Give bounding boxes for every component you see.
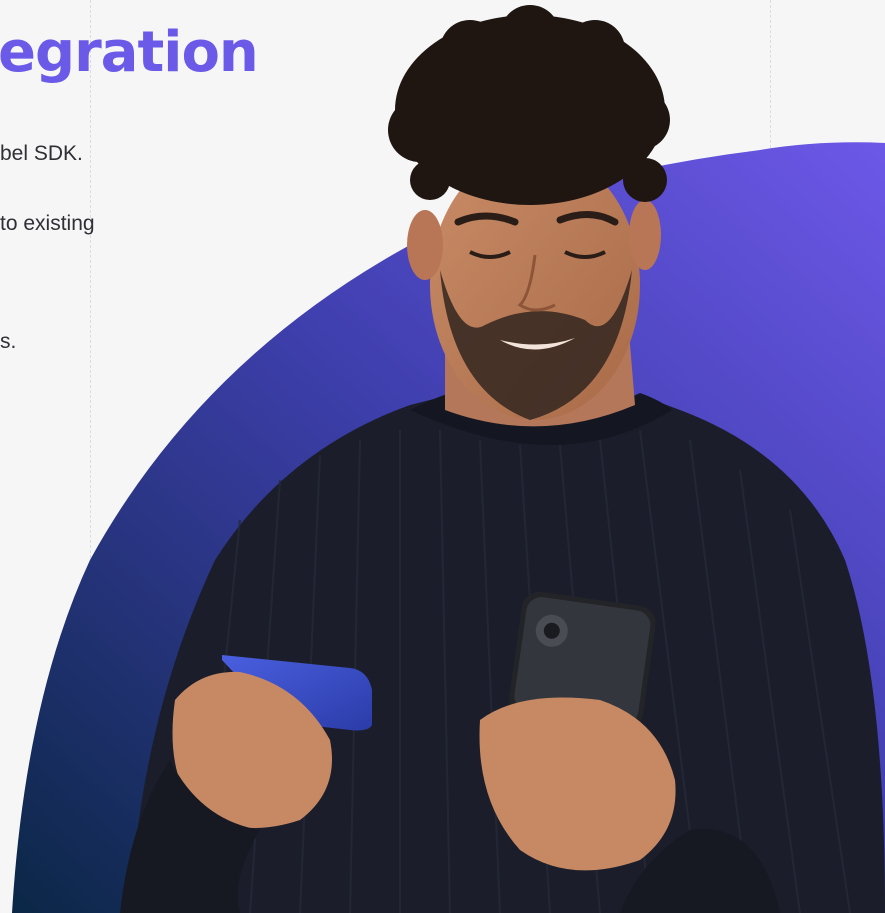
curly-hair bbox=[388, 5, 670, 205]
hero-illustration bbox=[12, 5, 885, 913]
right-ear bbox=[629, 200, 661, 270]
left-ear bbox=[407, 210, 443, 280]
